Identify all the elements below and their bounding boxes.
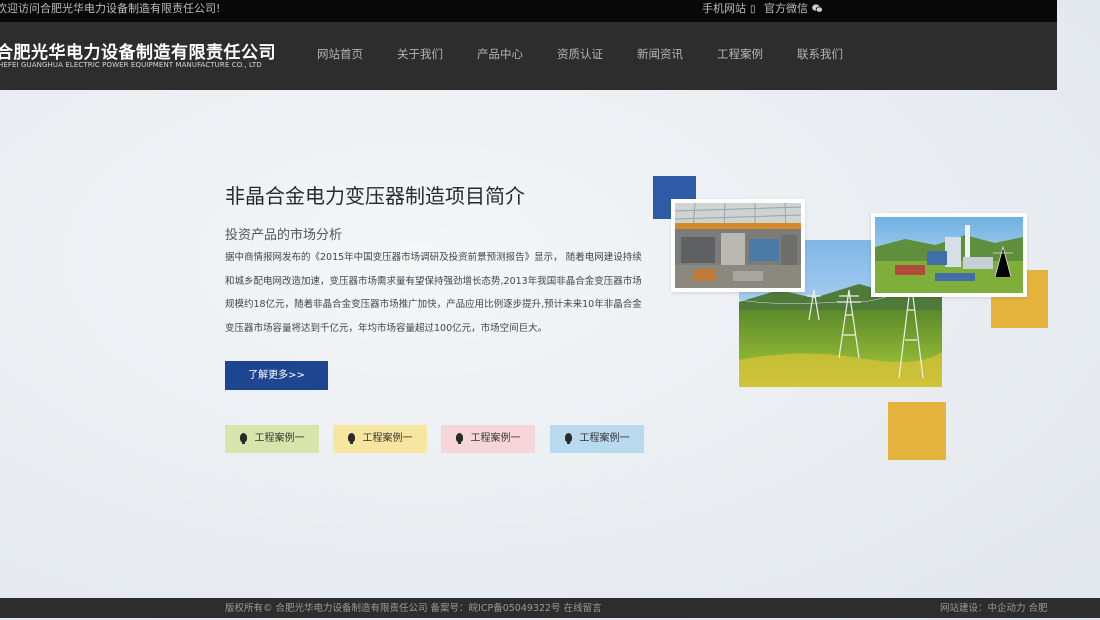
company-logo-english: HEFEI GUANGHUA ELECTRIC POWER EQUIPMENT … xyxy=(0,61,262,69)
learn-more-button[interactable]: 了解更多>> xyxy=(225,361,328,390)
site-builder-text: 网站建设：中企动力 合肥 xyxy=(940,603,1048,614)
top-bar: 欢迎访问合肥光华电力设备制造有限责任公司! 手机网站 ▯ 官方微信 xyxy=(0,0,1057,22)
case-label: 工程案例一 xyxy=(254,433,305,444)
case-label: 工程案例一 xyxy=(579,433,630,444)
nav-item-news[interactable]: 新闻资讯 xyxy=(620,22,700,90)
decorative-yellow-square xyxy=(888,402,946,460)
nav-item-cases[interactable]: 工程案例 xyxy=(700,22,780,90)
section-title: 非晶合金电力变压器制造项目简介 xyxy=(225,184,525,208)
lightbulb-icon xyxy=(239,433,247,444)
company-logo-name[interactable]: 合肥光华电力设备制造有限责任公司 xyxy=(0,38,276,63)
section-subtitle: 投资产品的市场分析 xyxy=(225,228,343,243)
site-header: 合肥光华电力设备制造有限责任公司 HEFEI GUANGHUA ELECTRIC… xyxy=(0,22,1057,90)
mobile-site-link[interactable]: 手机网站 ▯ xyxy=(702,0,756,19)
site-footer: 版权所有© 合肥光华电力设备制造有限责任公司 备案号：皖ICP备05049322… xyxy=(0,598,1100,618)
case-label: 工程案例一 xyxy=(362,433,413,444)
lightbulb-icon xyxy=(564,433,572,444)
lightbulb-icon xyxy=(455,433,463,444)
main-nav: 网站首页 关于我们 产品中心 资质认证 新闻资讯 工程案例 联系我们 xyxy=(300,22,860,90)
nav-item-home[interactable]: 网站首页 xyxy=(300,22,380,90)
mobile-site-label: 手机网站 xyxy=(702,2,746,15)
nav-item-products[interactable]: 产品中心 xyxy=(460,22,540,90)
section-body-text: 据中商情报网发布的《2015年中国变压器市场调研及投资前景预测报告》显示， 随着… xyxy=(225,252,642,334)
case-button-2[interactable]: 工程案例一 xyxy=(333,425,427,453)
case-label: 工程案例一 xyxy=(470,433,521,444)
case-button-4[interactable]: 工程案例一 xyxy=(550,425,644,453)
case-button-3[interactable]: 工程案例一 xyxy=(441,425,535,453)
power-plant-photo xyxy=(871,213,1027,297)
mobile-phone-icon: ▯ xyxy=(750,4,756,15)
nav-item-contact[interactable]: 联系我们 xyxy=(780,22,860,90)
welcome-text: 欢迎访问合肥光华电力设备制造有限责任公司! xyxy=(0,2,221,15)
case-button-1[interactable]: 工程案例一 xyxy=(225,425,319,453)
nav-item-about[interactable]: 关于我们 xyxy=(380,22,460,90)
factory-interior-photo xyxy=(671,199,805,292)
wechat-icon xyxy=(812,1,823,19)
official-wechat-link[interactable]: 官方微信 xyxy=(764,0,823,19)
lightbulb-icon xyxy=(347,433,355,444)
official-wechat-label: 官方微信 xyxy=(764,2,808,15)
copyright-text: 版权所有© 合肥光华电力设备制造有限责任公司 备案号：皖ICP备05049322… xyxy=(225,603,602,614)
nav-item-certification[interactable]: 资质认证 xyxy=(540,22,620,90)
